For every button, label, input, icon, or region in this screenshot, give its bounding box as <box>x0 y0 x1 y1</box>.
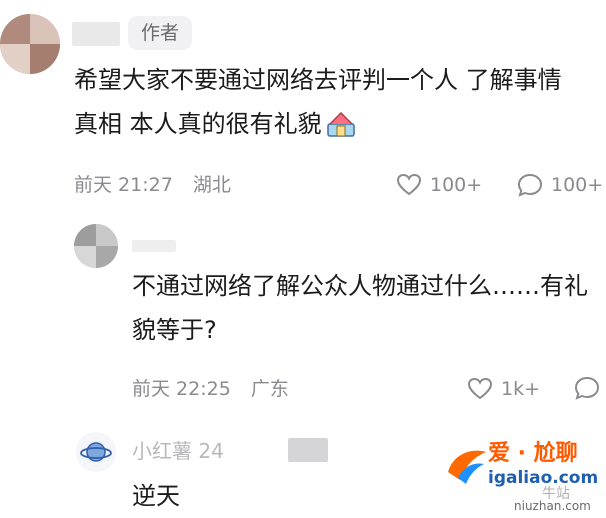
reply-text-line: 不通过网络了解公众人物通过什么……有礼 <box>132 272 588 300</box>
comment-icon <box>517 173 543 197</box>
author-name-blurred[interactable] <box>72 22 120 46</box>
heart-icon <box>396 173 422 197</box>
reply-time: 前天 22:25 <box>132 378 231 400</box>
house-emoji-icon <box>326 110 356 138</box>
planet-icon <box>80 438 112 466</box>
watermark-title: 爱 · 尬聊 <box>488 441 578 466</box>
like-count: 100+ <box>430 174 483 196</box>
comment-icon <box>574 376 600 400</box>
comment-text-line: 希望大家不要通过网络去评判一个人 了解事情 <box>74 66 562 94</box>
commenter-username[interactable]: 小红薯 24 <box>132 438 224 464</box>
watermark-logo-icon <box>444 442 490 488</box>
commenter-text: 逆天 <box>132 482 180 510</box>
reply-text-line: 貌等于? <box>132 316 217 344</box>
comment-text-line: 真相 本人真的很有礼貌 <box>74 110 322 138</box>
reply-text: 不通过网络了解公众人物通过什么……有礼 貌等于? <box>132 264 602 352</box>
reply-location: 广东 <box>250 378 289 400</box>
reply-reply-button[interactable] <box>574 376 600 400</box>
reply-like-button[interactable]: 1k+ <box>467 376 540 402</box>
like-button[interactable]: 100+ <box>396 172 482 198</box>
author-badge: 作者 <box>128 16 192 50</box>
reply-count: 100+ <box>551 174 604 196</box>
comment-time: 前天 21:27 <box>74 174 173 196</box>
watermark: 爱 · 尬聊 igaliao.com 牛站 niuzhan.com <box>444 440 606 513</box>
reply-username-blurred[interactable] <box>132 240 176 252</box>
commenter-badge-blurred <box>288 438 328 462</box>
comment-meta: 前天 21:27 湖北 <box>74 172 231 198</box>
reply-like-count: 1k+ <box>501 378 541 400</box>
commenter-avatar[interactable] <box>76 432 116 472</box>
author-avatar[interactable] <box>0 14 60 74</box>
heart-icon <box>467 377 493 401</box>
reply-meta: 前天 22:25 广东 <box>132 376 289 402</box>
reply-avatar[interactable] <box>74 224 118 268</box>
reply-button[interactable]: 100+ <box>517 172 603 198</box>
comment-location: 湖北 <box>192 174 231 196</box>
watermark-url2: niuzhan.com <box>514 499 591 513</box>
watermark-url: igaliao.com <box>488 468 599 488</box>
comment-text: 希望大家不要通过网络去评判一个人 了解事情 真相 本人真的很有礼貌 <box>74 58 604 146</box>
